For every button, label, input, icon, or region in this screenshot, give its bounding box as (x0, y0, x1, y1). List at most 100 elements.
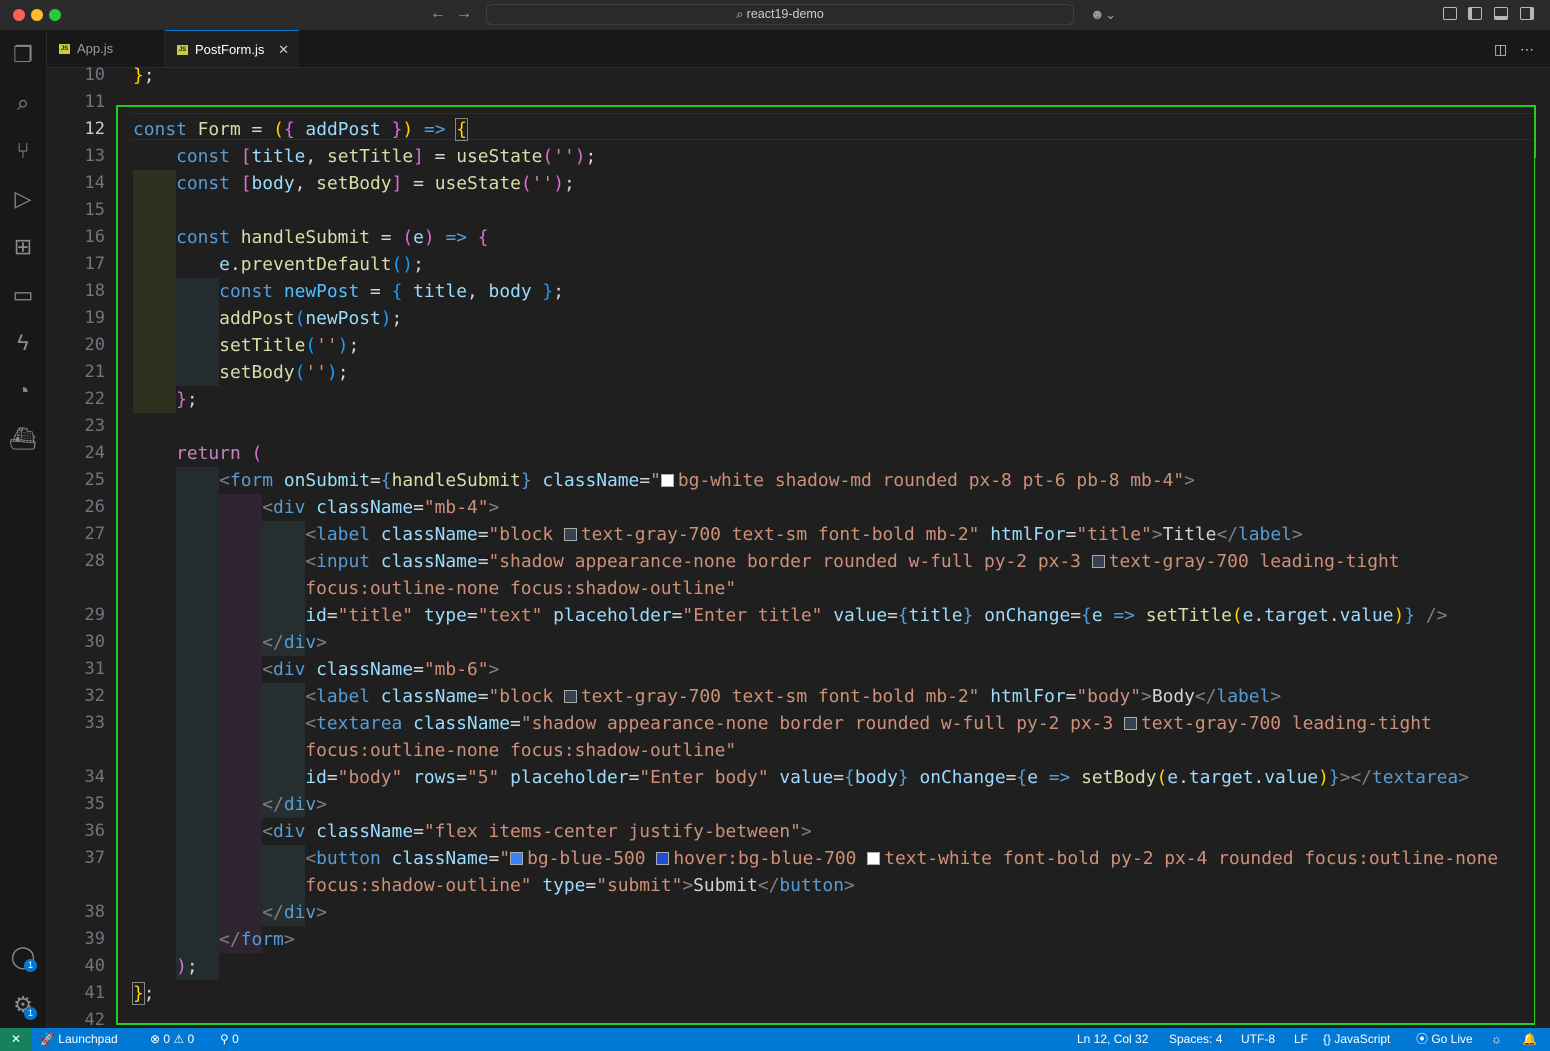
launchpad-item[interactable]: 🚀 Launchpad (40, 1028, 118, 1051)
code-line: </div> (262, 902, 327, 923)
line-number: 22 (84, 389, 105, 409)
search-icon[interactable]: ⌕ (8, 88, 38, 118)
javascript-file-icon: JS (177, 45, 188, 55)
minimize-window-button[interactable] (31, 9, 43, 21)
code-line: }; (176, 389, 198, 410)
line-number: 14 (84, 173, 105, 193)
line-number: 28 (84, 551, 105, 571)
line-number: 20 (84, 335, 105, 355)
line-number: 29 (84, 605, 105, 625)
customize-layout-icon[interactable] (1443, 7, 1457, 20)
code-line: const [body, setBody] = useState(''); (176, 173, 575, 194)
close-tab-icon[interactable]: ✕ (278, 31, 289, 68)
remote-indicator-icon[interactable]: ✕ (0, 1028, 32, 1051)
files-icon[interactable]: ❐ (8, 40, 38, 70)
copilot-icon[interactable]: ☻⌄ (1090, 6, 1116, 23)
copilot-status-icon[interactable]: ☼ (1491, 1028, 1502, 1051)
line-number: 34 (84, 767, 105, 787)
line-number: 35 (84, 794, 105, 814)
split-editor-icon[interactable]: ◫ (1494, 41, 1507, 58)
manage-gear-icon[interactable]: ⚙ 1 (8, 990, 38, 1020)
line-number: 39 (84, 929, 105, 949)
line-number-gutter: 10 11 12 13 14 15 16 17 18 19 20 21 22 23 24 25 26 27 28 29… (47, 65, 107, 1030)
code-line: focus:shadow-outline" type="submit">Subm… (305, 875, 855, 896)
code-line: const newPost = { title, body }; (219, 281, 564, 302)
code-line: <form onSubmit={handleSubmit} className=… (219, 470, 1195, 491)
line-number: 32 (84, 686, 105, 706)
end-of-line[interactable]: LF (1294, 1028, 1308, 1051)
code-line: </div> (262, 632, 327, 653)
command-center[interactable]: ⌕ react19-demo (486, 4, 1074, 25)
code-line: addPost(newPost); (219, 308, 403, 329)
remote-explorer-icon[interactable]: ▭ (8, 280, 38, 310)
accounts-icon[interactable]: ◯ 1 (8, 942, 38, 972)
search-icon: ⌕ (736, 7, 747, 21)
gitlens-icon[interactable]: ◔ (8, 376, 38, 406)
code-line: <textarea className="shadow appearance-n… (305, 713, 1432, 734)
go-live-button[interactable]: ⦿ Go Live (1416, 1028, 1473, 1051)
code-line: <div className="mb-4"> (262, 497, 500, 518)
thunder-icon[interactable]: ϟ (8, 328, 38, 358)
more-actions-icon[interactable]: ⋯ (1520, 41, 1534, 58)
code-line: }; (132, 982, 155, 1005)
line-number: 33 (84, 713, 105, 733)
line-number: 23 (84, 416, 105, 436)
line-number: 36 (84, 821, 105, 841)
line-number: 26 (84, 497, 105, 517)
maximize-window-button[interactable] (49, 9, 61, 21)
notifications-bell-icon[interactable]: 🔔 (1522, 1028, 1537, 1051)
code-line: }; (133, 65, 155, 86)
line-number: 15 (84, 200, 105, 220)
status-bar: ✕ 🚀 Launchpad ⊗ 0 ⚠ 0 ⚲ 0 Ln 12, Col 32 … (0, 1028, 1550, 1051)
tab-label: App.js (77, 41, 114, 56)
tab-bar: JS App.js JS PostForm.js ✕ ◫ ⋯ (47, 30, 1550, 68)
code-line: <button className=" bg-blue-500 hover:bg-… (305, 848, 1499, 869)
line-number: 41 (84, 983, 105, 1003)
code-line: <div className="flex items-center justif… (262, 821, 812, 842)
line-number: 38 (84, 902, 105, 922)
line-number: 19 (84, 308, 105, 328)
code-line: const [title, setTitle] = useState(''); (176, 146, 597, 167)
language-mode[interactable]: {} JavaScript (1323, 1028, 1390, 1051)
code-line: const handleSubmit = (e) => { (176, 227, 489, 248)
code-line: setBody(''); (219, 362, 349, 383)
source-control-icon[interactable]: ⑂ (8, 136, 38, 166)
code-editor[interactable]: 10 11 12 13 14 15 16 17 18 19 20 21 22 23 24 25 26 27 28 29… (47, 65, 1550, 1030)
line-number: 40 (84, 956, 105, 976)
tab-postform-js[interactable]: JS PostForm.js ✕ (165, 30, 299, 67)
line-number: 24 (84, 443, 105, 463)
run-debug-icon[interactable]: ▷ (8, 184, 38, 214)
code-line: focus:outline-none focus:shadow-outline" (305, 740, 737, 761)
ports-item[interactable]: ⚲ 0 (220, 1028, 239, 1051)
code-line: <label className="block text-gray-700 te… (305, 686, 1282, 707)
command-center-label: react19-demo (746, 7, 824, 21)
line-number: 37 (84, 848, 105, 868)
accounts-badge: 1 (24, 959, 37, 972)
encoding[interactable]: UTF-8 (1241, 1028, 1275, 1051)
line-number: 11 (84, 92, 105, 112)
line-number: 27 (84, 524, 105, 544)
tab-label: PostForm.js (195, 42, 265, 57)
code-line: focus:outline-none focus:shadow-outline" (305, 578, 737, 599)
indent-guide (133, 197, 176, 224)
activity-bar: ❐ ⌕ ⑂ ▷ ⊞ ▭ ϟ ◔ ⛴ ◯ 1 ⚙ 1 (0, 30, 47, 1028)
toggle-panel-icon[interactable] (1494, 7, 1508, 20)
back-arrow-icon[interactable]: ← (430, 5, 446, 23)
cursor-position[interactable]: Ln 12, Col 32 (1077, 1028, 1148, 1051)
toggle-primary-sidebar-icon[interactable] (1468, 7, 1482, 20)
forward-arrow-icon[interactable]: → (456, 5, 472, 23)
line-number: 31 (84, 659, 105, 679)
close-window-button[interactable] (13, 9, 25, 21)
indentation[interactable]: Spaces: 4 (1169, 1028, 1222, 1051)
docker-icon[interactable]: ⛴ (8, 424, 38, 454)
toggle-secondary-sidebar-icon[interactable] (1520, 7, 1534, 20)
vertical-scrollbar[interactable] (1535, 158, 1550, 1028)
line-number: 12 (84, 119, 105, 139)
code-line: id="title" type="text" placeholder="Ente… (305, 605, 1448, 626)
code-line: const Form = ({ addPost }) => { (133, 118, 469, 141)
extensions-icon[interactable]: ⊞ (8, 232, 38, 262)
problems-item[interactable]: ⊗ 0 ⚠ 0 (150, 1028, 194, 1051)
code-line: <input className="shadow appearance-none… (305, 551, 1400, 572)
javascript-file-icon: JS (59, 44, 70, 54)
line-number: 10 (84, 65, 105, 85)
